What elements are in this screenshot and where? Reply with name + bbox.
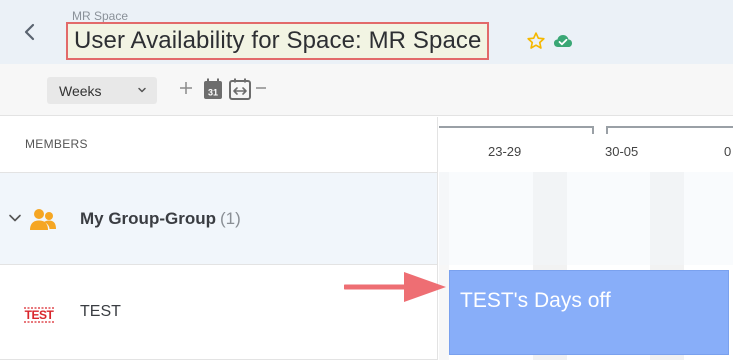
toolbar: Weeks 31 — [0, 64, 733, 116]
page-title-highlight: User Availability for Space: MR Space — [66, 22, 490, 60]
view-select[interactable]: Weeks — [47, 77, 157, 104]
cloud-check-icon — [554, 35, 572, 47]
today-button[interactable]: 31 — [203, 78, 223, 105]
fit-range-button[interactable] — [229, 78, 251, 105]
sync-status — [553, 33, 573, 49]
timeline-body: TEST's Days off — [439, 172, 733, 360]
favorite-button[interactable] — [526, 31, 546, 51]
days-off-event[interactable]: TEST's Days off — [449, 270, 729, 355]
week-bracket — [606, 126, 733, 134]
plus-icon — [180, 82, 192, 94]
members-column-header: MEMBERS — [0, 117, 438, 172]
group-name: My Group-Group (1) — [80, 209, 241, 229]
back-button[interactable] — [10, 14, 50, 50]
group-people-icon — [30, 209, 56, 230]
member-name: TEST — [80, 303, 121, 320]
page-title: User Availability for Space: MR Space — [74, 27, 482, 54]
calendar-today-icon: 31 — [204, 78, 222, 99]
view-select-value: Weeks — [59, 82, 102, 99]
week-label: 30-05 — [605, 144, 639, 159]
week-label: 23-29 — [488, 144, 522, 159]
page-header: MR Space User Availability for Space: MR… — [0, 0, 733, 64]
zoom-out-button[interactable] — [255, 81, 267, 100]
week-bracket — [439, 126, 594, 134]
timeline-group-row — [439, 172, 733, 265]
group-name-text: My Group-Group — [80, 209, 216, 228]
minus-icon — [256, 87, 266, 89]
members-label: MEMBERS — [25, 137, 88, 151]
expand-chevron-icon[interactable] — [8, 213, 22, 223]
star-icon — [527, 32, 545, 49]
member-logo-text: TEST — [25, 308, 55, 322]
breadcrumb[interactable]: MR Space — [72, 9, 128, 23]
timeline-header: 23-29 30-05 0 — [439, 117, 733, 172]
week-label: 0 — [724, 144, 732, 159]
chevron-down-icon — [138, 87, 146, 93]
fit-range-icon — [229, 78, 251, 100]
annotation-arrow — [344, 272, 446, 302]
group-count: (1) — [219, 209, 241, 228]
back-chevron-icon — [24, 23, 35, 41]
svg-text:31: 31 — [208, 88, 218, 98]
member-logo: TEST — [24, 307, 55, 323]
zoom-in-button[interactable] — [179, 81, 193, 100]
group-row[interactable]: My Group-Group (1) — [0, 172, 438, 265]
days-off-event-label: TEST's Days off — [460, 289, 611, 312]
